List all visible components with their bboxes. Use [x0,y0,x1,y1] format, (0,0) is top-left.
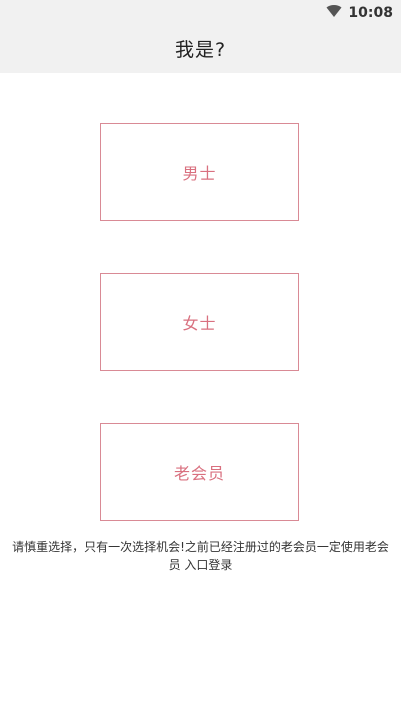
status-icons: 10:08 [326,3,393,22]
status-bar: 10:08 [0,0,401,24]
wifi-icon [326,3,342,22]
header: 我是? [0,24,401,73]
existing-member-button-label: 老会员 [173,464,225,483]
female-button-label: 女士 [182,314,217,333]
male-button[interactable]: 男士 [100,123,299,221]
female-button[interactable]: 女士 [100,273,299,371]
status-time: 10:08 [348,4,393,21]
male-button-label: 男士 [182,164,217,183]
page-title: 我是? [174,39,227,61]
existing-member-button[interactable]: 老会员 [100,423,299,521]
selection-notice: 请慎重选择，只有一次选择机会!之前已经注册过的老会员一定使用老会员 入口登录 [12,540,389,572]
